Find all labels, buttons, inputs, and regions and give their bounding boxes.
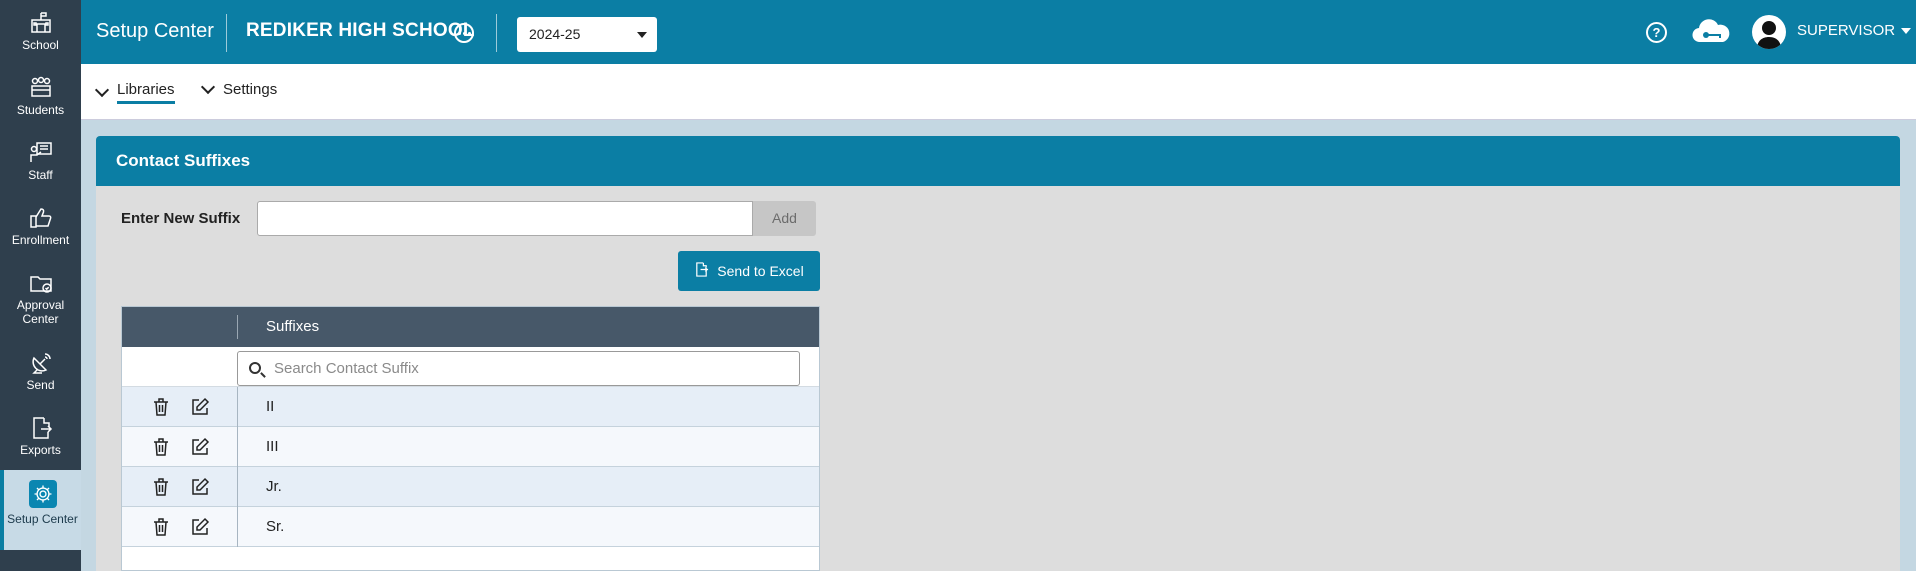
- staff-icon: [28, 140, 54, 166]
- table-row: Sr.: [122, 507, 819, 547]
- school-name: REDIKER HIGH SCHOOL: [246, 20, 475, 41]
- sub-nav: Libraries Settings: [81, 64, 1916, 120]
- enter-suffix-label: Enter New Suffix: [121, 210, 241, 227]
- sidebar-item-students[interactable]: Students: [0, 75, 81, 117]
- column-separator: [237, 387, 238, 427]
- thumbs-up-icon: [28, 205, 54, 231]
- avatar[interactable]: [1752, 15, 1786, 49]
- button-label: Send to Excel: [717, 263, 804, 279]
- sidebar-item-label: Enrollment: [11, 233, 70, 247]
- school-year-value: 2024-25: [529, 26, 581, 42]
- column-separator: [237, 315, 238, 339]
- caret-down-icon: [1901, 27, 1912, 34]
- sidebar-item-staff[interactable]: Staff: [0, 140, 81, 182]
- export-file-icon: [694, 262, 709, 280]
- top-bar: Setup Center REDIKER HIGH SCHOOL 2024-25…: [81, 0, 1916, 64]
- app-title: Setup Center: [96, 20, 214, 42]
- column-separator: [237, 467, 238, 507]
- contact-suffixes-panel: Contact Suffixes Enter New Suffix Add Se…: [96, 136, 1900, 571]
- grid-header: Suffixes: [122, 307, 819, 347]
- column-separator: [237, 427, 238, 467]
- column-header-suffixes[interactable]: Suffixes: [266, 318, 319, 335]
- suffix-value: III: [266, 438, 279, 455]
- trash-icon[interactable]: [152, 397, 170, 417]
- edit-icon[interactable]: [190, 397, 210, 417]
- cloud-key-icon[interactable]: [1690, 18, 1732, 46]
- sidebar-item-label: Approval Center: [16, 298, 65, 326]
- edit-icon[interactable]: [190, 517, 210, 537]
- tab-settings[interactable]: Settings: [200, 79, 278, 98]
- column-separator: [237, 507, 238, 547]
- question-circle-icon[interactable]: ?: [1646, 22, 1667, 43]
- school-icon: [28, 10, 54, 36]
- gear-icon: [28, 480, 57, 508]
- sidebar-item-label: Send: [26, 378, 55, 392]
- sidebar-item-send[interactable]: Send: [0, 350, 81, 392]
- more-options-icon[interactable]: [454, 23, 474, 43]
- search-icon: [249, 362, 261, 374]
- sidebar-item-label: School: [22, 38, 59, 52]
- tab-label: Libraries: [117, 81, 175, 104]
- panel-title: Contact Suffixes: [96, 136, 1900, 186]
- table-row: III: [122, 427, 819, 467]
- students-icon: [28, 75, 54, 101]
- table-row: Jr.: [122, 467, 819, 507]
- search-input[interactable]: Search Contact Suffix: [237, 351, 800, 386]
- search-placeholder: Search Contact Suffix: [274, 360, 419, 377]
- new-suffix-input[interactable]: [257, 201, 753, 236]
- sidebar-item-label: Students: [16, 103, 65, 117]
- sidebar-item-approval-center[interactable]: Approval Center: [0, 270, 81, 326]
- chevron-down-icon: [94, 82, 110, 98]
- sidebar-item-setup-center[interactable]: Setup Center: [0, 470, 81, 550]
- edit-icon[interactable]: [190, 437, 210, 457]
- sidebar-item-enrollment[interactable]: Enrollment: [0, 205, 81, 247]
- satellite-dish-icon: [28, 350, 54, 376]
- add-button[interactable]: Add: [753, 201, 816, 236]
- caret-down-icon: [637, 32, 647, 38]
- chevron-down-icon: [200, 79, 216, 95]
- trash-icon[interactable]: [152, 517, 170, 537]
- folder-check-icon: [28, 270, 54, 296]
- sidebar-item-label: Staff: [28, 168, 53, 182]
- sidebar-item-exports[interactable]: Exports: [0, 415, 81, 457]
- send-to-excel-button[interactable]: Send to Excel: [678, 251, 820, 291]
- tab-label: Settings: [223, 81, 278, 98]
- suffix-value: Sr.: [266, 518, 285, 535]
- school-year-select[interactable]: 2024-25: [517, 17, 657, 52]
- table-row: II: [122, 387, 819, 427]
- divider: [226, 14, 227, 52]
- export-file-icon: [28, 415, 54, 441]
- trash-icon[interactable]: [152, 477, 170, 497]
- suffix-grid: Suffixes Search Contact Suffix II III Jr…: [121, 306, 820, 571]
- suffix-value: II: [266, 398, 275, 415]
- user-name: SUPERVISOR: [1797, 22, 1896, 39]
- sidebar-item-school[interactable]: School: [0, 10, 81, 52]
- sidebar-item-label: Setup Center: [7, 512, 78, 526]
- tab-libraries[interactable]: Libraries: [94, 81, 175, 104]
- suffix-value: Jr.: [266, 478, 282, 495]
- sidebar-item-label: Exports: [20, 443, 61, 457]
- filter-row: Search Contact Suffix: [122, 347, 819, 387]
- sidebar: School Students Staff Enrollment Approva…: [0, 0, 81, 571]
- trash-icon[interactable]: [152, 437, 170, 457]
- divider: [496, 14, 497, 52]
- user-menu[interactable]: SUPERVISOR: [1797, 22, 1912, 39]
- edit-icon[interactable]: [190, 477, 210, 497]
